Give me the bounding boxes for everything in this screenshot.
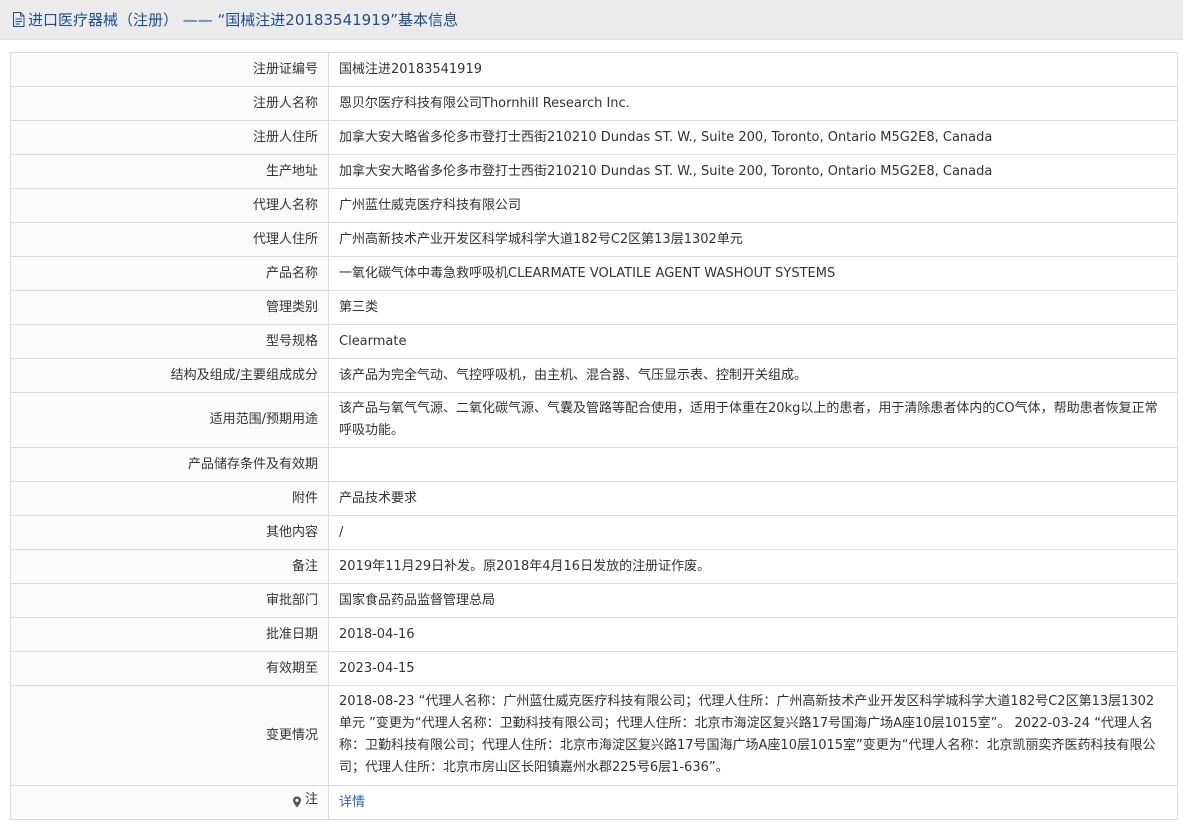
table-row: 产品名称 一氧化碳气体中毒急救呼吸机CLEARMATE VOLATILE AGE… <box>10 256 1178 291</box>
table-row: 变更情况 2018-08-23 “代理人名称：广州蓝仕威克医疗科技有限公司；代理… <box>10 685 1178 786</box>
table-row: 型号规格 Clearmate <box>10 324 1178 359</box>
row-label-approval-date: 批准日期 <box>10 617 329 652</box>
row-value-registration-number: 国械注进20183541919 <box>328 52 1178 87</box>
row-label-registration-number: 注册证编号 <box>10 52 329 87</box>
row-label-changes: 变更情况 <box>10 685 329 786</box>
page-title: 进口医疗器械（注册） —— “国械注进20183541919”基本信息 <box>28 11 459 29</box>
details-link[interactable]: 详情 <box>339 795 365 810</box>
table-row: 附件 产品技术要求 <box>10 481 1178 516</box>
row-value-approval-date: 2018-04-16 <box>328 617 1178 652</box>
row-label-model-spec: 型号规格 <box>10 324 329 359</box>
table-row: 备注 2019年11月29日补发。原2018年4月16日发放的注册证作废。 <box>10 549 1178 584</box>
pin-icon <box>292 794 302 808</box>
note-label-text: 注 <box>304 792 318 807</box>
row-label-valid-until: 有效期至 <box>10 651 329 686</box>
table-row: 审批部门 国家食品药品监督管理总局 <box>10 583 1178 618</box>
row-label-management-category: 管理类别 <box>10 290 329 325</box>
info-table: 注册证编号 国械注进20183541919 注册人名称 恩贝尔医疗科技有限公司T… <box>10 52 1178 820</box>
row-value-registrant-address: 加拿大安大略省多伦多市登打士西街210210 Dundas ST. W., Su… <box>328 120 1178 155</box>
table-row: 生产地址 加拿大安大略省多伦多市登打士西街210210 Dundas ST. W… <box>10 154 1178 189</box>
row-value-registrant-name: 恩贝尔医疗科技有限公司Thornhill Research Inc. <box>328 86 1178 121</box>
table-row: 其他内容 / <box>10 515 1178 550</box>
table-row: 适用范围/预期用途 该产品与氧气气源、二氧化碳气源、气囊及管路等配合使用，适用于… <box>10 392 1178 448</box>
row-value-structure: 该产品为完全气动、气控呼吸机，由主机、混合器、气压显示表、控制开关组成。 <box>328 358 1178 393</box>
row-label-storage: 产品储存条件及有效期 <box>10 447 329 482</box>
table-row: 注册证编号 国械注进20183541919 <box>10 52 1178 87</box>
row-label-intended-use: 适用范围/预期用途 <box>10 392 329 448</box>
table-row: 注 详情 <box>10 785 1178 820</box>
row-value-approval-dept: 国家食品药品监督管理总局 <box>328 583 1178 618</box>
row-value-model-spec: Clearmate <box>328 324 1178 359</box>
row-label-production-address: 生产地址 <box>10 154 329 189</box>
row-label-structure: 结构及组成/主要组成成分 <box>10 358 329 393</box>
row-value-intended-use: 该产品与氧气气源、二氧化碳气源、气囊及管路等配合使用，适用于体重在20kg以上的… <box>328 392 1178 448</box>
row-value-changes: 2018-08-23 “代理人名称：广州蓝仕威克医疗科技有限公司；代理人住所：广… <box>328 685 1178 786</box>
row-value-production-address: 加拿大安大略省多伦多市登打士西街210210 Dundas ST. W., Su… <box>328 154 1178 189</box>
row-value-note: 详情 <box>328 785 1178 820</box>
table-row: 批准日期 2018-04-16 <box>10 617 1178 652</box>
row-value-product-name: 一氧化碳气体中毒急救呼吸机CLEARMATE VOLATILE AGENT WA… <box>328 256 1178 291</box>
row-label-product-name: 产品名称 <box>10 256 329 291</box>
row-value-storage <box>328 447 1178 482</box>
table-row: 代理人名称 广州蓝仕威克医疗科技有限公司 <box>10 188 1178 223</box>
table-row: 有效期至 2023-04-15 <box>10 651 1178 686</box>
table-row: 结构及组成/主要组成成分 该产品为完全气动、气控呼吸机，由主机、混合器、气压显示… <box>10 358 1178 393</box>
row-value-management-category: 第三类 <box>328 290 1178 325</box>
row-label-agent-name: 代理人名称 <box>10 188 329 223</box>
table-row: 产品储存条件及有效期 <box>10 447 1178 482</box>
row-value-valid-until: 2023-04-15 <box>328 651 1178 686</box>
row-label-registrant-address: 注册人住所 <box>10 120 329 155</box>
page-header: 进口医疗器械（注册） —— “国械注进20183541919”基本信息 <box>0 0 1183 40</box>
row-label-note: 注 <box>10 785 329 820</box>
table-row: 管理类别 第三类 <box>10 290 1178 325</box>
row-label-approval-dept: 审批部门 <box>10 583 329 618</box>
row-label-attachment: 附件 <box>10 481 329 516</box>
row-label-other: 其他内容 <box>10 515 329 550</box>
table-row: 代理人住所 广州高新技术产业开发区科学城科学大道182号C2区第13层1302单… <box>10 222 1178 257</box>
row-value-attachment: 产品技术要求 <box>328 481 1178 516</box>
table-row: 注册人住所 加拿大安大略省多伦多市登打士西街210210 Dundas ST. … <box>10 120 1178 155</box>
table-row: 注册人名称 恩贝尔医疗科技有限公司Thornhill Research Inc. <box>10 86 1178 121</box>
row-label-remarks: 备注 <box>10 549 329 584</box>
row-value-other: / <box>328 515 1178 550</box>
row-label-registrant-name: 注册人名称 <box>10 86 329 121</box>
row-label-agent-address: 代理人住所 <box>10 222 329 257</box>
row-value-remarks: 2019年11月29日补发。原2018年4月16日发放的注册证作废。 <box>328 549 1178 584</box>
document-icon <box>10 12 26 28</box>
row-value-agent-name: 广州蓝仕威克医疗科技有限公司 <box>328 188 1178 223</box>
row-value-agent-address: 广州高新技术产业开发区科学城科学大道182号C2区第13层1302单元 <box>328 222 1178 257</box>
note-label: 注 <box>292 789 318 811</box>
